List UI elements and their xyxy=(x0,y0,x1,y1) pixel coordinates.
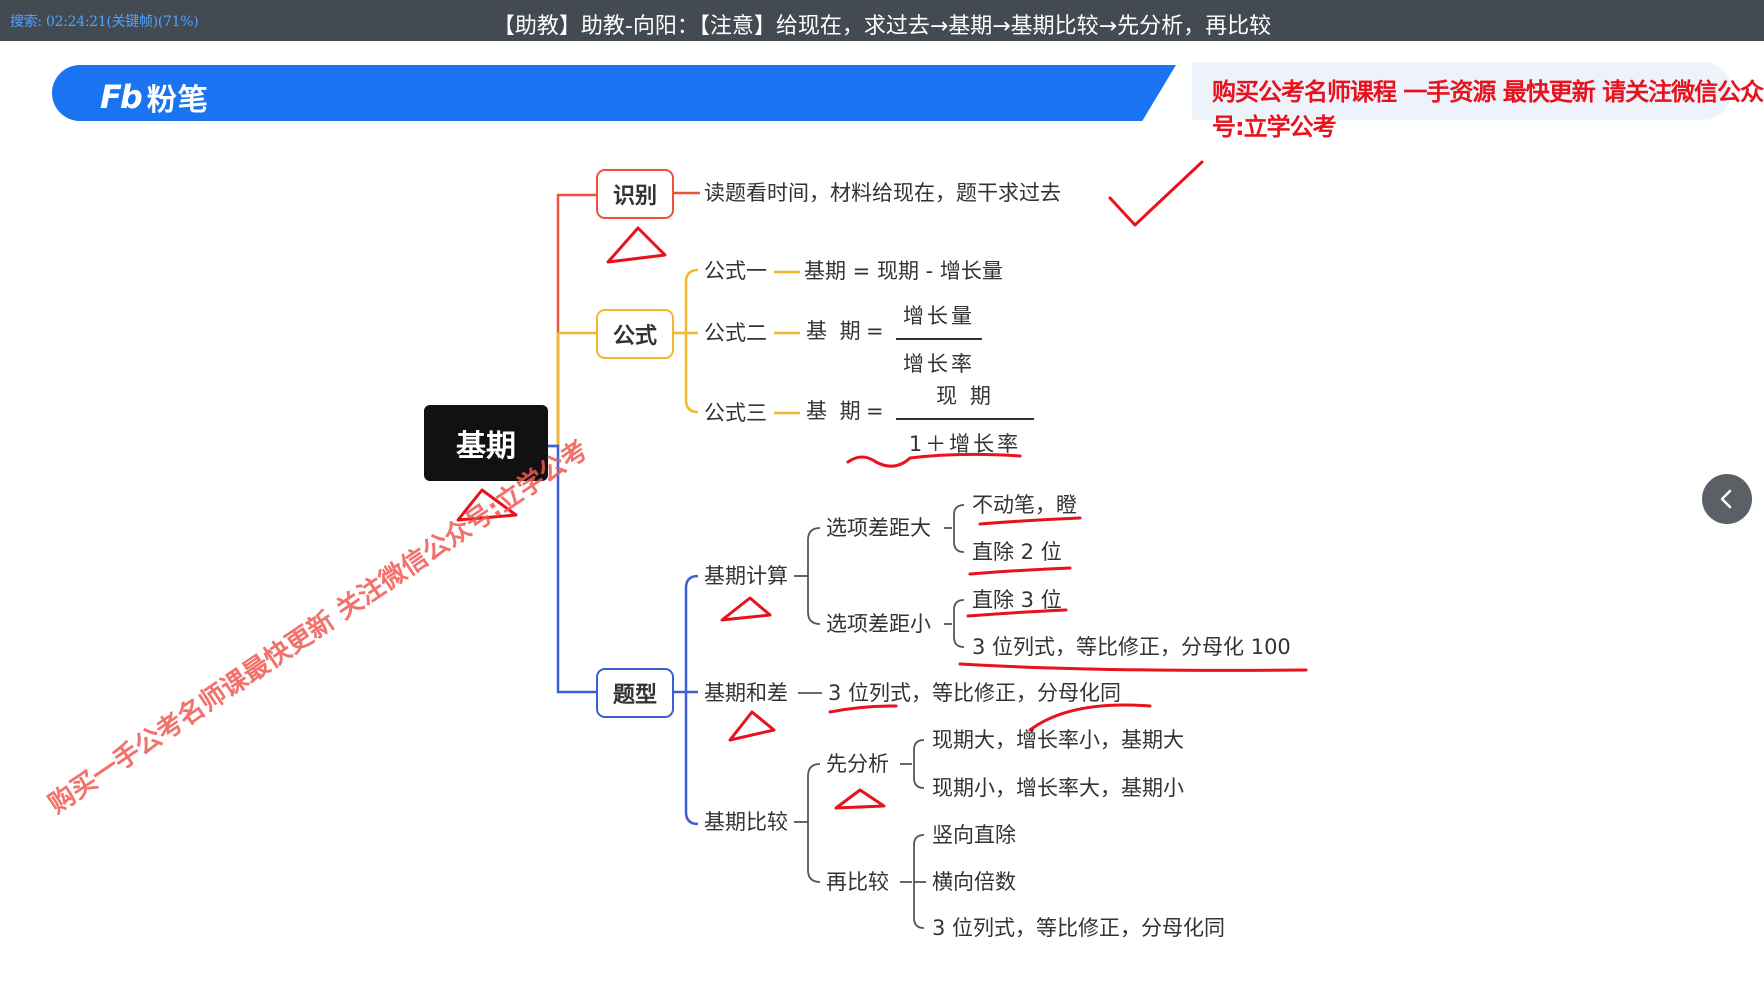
formula-2-denominator: 增长率 xyxy=(903,352,975,376)
underline-small-2 xyxy=(958,662,1308,672)
triangle-annotation-analyze xyxy=(834,788,886,810)
sumdiff-label: 基期和差 xyxy=(704,681,788,705)
compare-item-1: 竖向直除 xyxy=(932,823,1016,847)
formula-1-text: 基期 = 现期 - 增长量 xyxy=(804,259,1003,283)
compare-item-2: 横向倍数 xyxy=(932,870,1016,894)
node-types: 题型 xyxy=(596,668,674,718)
formula-3-fraction: 现 期 1＋增长率 xyxy=(896,380,1034,458)
analyze-label: 先分析 xyxy=(826,752,889,776)
fraction-bar xyxy=(896,418,1034,420)
formula-2-numerator: 增长量 xyxy=(903,304,975,328)
formula-3-lhs: 基 期 xyxy=(806,399,864,423)
formula-label: 公式 xyxy=(612,324,657,349)
stroke-analyze xyxy=(1028,703,1152,732)
triangle-annotation-calc xyxy=(720,596,772,622)
then-compare-label: 再比较 xyxy=(826,870,889,894)
underline-sumdiff xyxy=(828,704,898,714)
analyze-item-2: 现期小，增长率大，基期小 xyxy=(932,776,1184,800)
underline-big-2 xyxy=(968,566,1072,576)
calc-label: 基期计算 xyxy=(704,564,788,588)
connector-types-branches xyxy=(684,574,699,826)
analyze-item-1: 现期大，增长率小，基期大 xyxy=(932,728,1184,752)
node-identify: 识别 xyxy=(596,169,674,219)
big-gap-item-1: 不动笔，瞪 xyxy=(972,493,1077,517)
connector-identify xyxy=(548,193,596,448)
formula-3-name: 公式三 xyxy=(704,401,767,425)
small-gap-item-1: 直除 3 位 xyxy=(972,588,1062,612)
sumdiff-text: 3 位列式，等比修正，分母化同 xyxy=(828,681,1122,705)
formula-1-name: 公式一 xyxy=(704,259,767,283)
fraction-bar xyxy=(896,338,982,340)
identify-label: 识别 xyxy=(612,184,657,209)
identify-text: 读题看时间，材料给现在，题干求过去 xyxy=(704,181,1061,205)
mindmap-connectors xyxy=(456,160,1308,929)
big-gap-label: 选项差距大 xyxy=(826,516,931,540)
underline-big-1 xyxy=(978,516,1082,526)
formula-2-equals: = xyxy=(866,319,884,343)
formula-2-fraction: 增长量 增长率 xyxy=(896,300,982,378)
compare-item-3: 3 位列式，等比修正，分母化同 xyxy=(932,916,1226,940)
check-mark-annotation xyxy=(1108,160,1204,227)
big-gap-item-2: 直除 2 位 xyxy=(972,540,1062,564)
previous-slide-button[interactable] xyxy=(1702,474,1752,524)
chevron-left-icon xyxy=(1720,489,1732,509)
formula-3-denominator: 1＋增长率 xyxy=(908,432,1022,456)
compare-label: 基期比较 xyxy=(704,810,788,834)
triangle-annotation-identify xyxy=(606,226,667,264)
connector-formula-branches xyxy=(684,268,699,414)
formula-3-equals: = xyxy=(866,399,884,423)
node-formula: 公式 xyxy=(596,309,674,359)
types-label: 题型 xyxy=(612,683,657,708)
formula-2-name: 公式二 xyxy=(704,321,767,345)
small-gap-label: 选项差距小 xyxy=(826,612,931,636)
triangle-annotation-sumdiff xyxy=(728,710,776,742)
formula-3-numerator: 现 期 xyxy=(936,384,994,408)
root-label: 基期 xyxy=(456,429,516,464)
formula-2-lhs: 基 期 xyxy=(806,319,864,343)
small-gap-item-2: 3 位列式，等比修正，分母化 100 xyxy=(972,635,1291,659)
